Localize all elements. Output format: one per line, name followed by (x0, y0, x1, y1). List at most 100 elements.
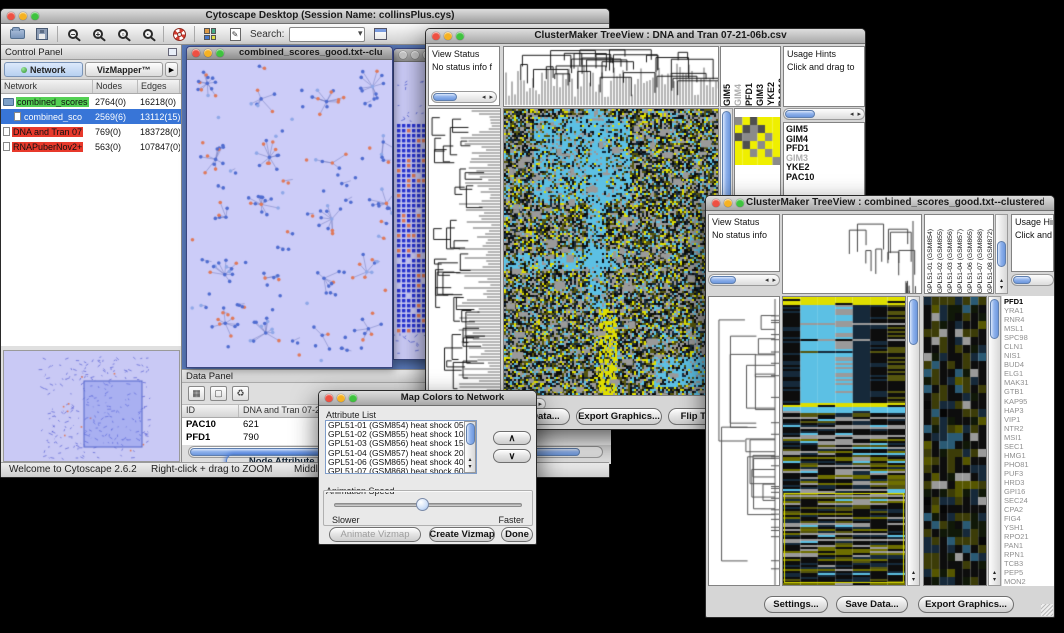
scroll-arrows-icon[interactable]: ◂ ▸ (765, 276, 777, 285)
annotation-button[interactable]: ✎ (225, 25, 245, 43)
gene-label[interactable]: HAP3 (1002, 406, 1054, 415)
open-session-button[interactable] (7, 25, 27, 43)
gene-label[interactable]: BUD4 (1002, 360, 1054, 369)
zoom-button[interactable] (736, 199, 744, 207)
treeview2-titlebar[interactable]: ClusterMaker TreeView : combined_scores_… (706, 196, 1054, 211)
gene-label[interactable]: NIS1 (1002, 351, 1054, 360)
gene-label[interactable]: PFD1 (1002, 297, 1054, 306)
minimize-button[interactable] (19, 12, 27, 20)
scroll-arrows-icon[interactable]: ◂ ▸ (482, 93, 494, 102)
row-dendrogram[interactable] (429, 109, 500, 395)
close-button[interactable] (7, 12, 15, 20)
attribute-table-button[interactable] (370, 25, 390, 43)
treeview1-titlebar[interactable]: ClusterMaker TreeView : DNA and Tran 07-… (426, 29, 865, 44)
gene-label[interactable]: MAK31 (1002, 378, 1054, 387)
main-titlebar[interactable]: Cytoscape Desktop (Session Name: collins… (1, 9, 609, 24)
settings-button[interactable]: Settings... (764, 596, 828, 613)
close-button[interactable] (712, 199, 720, 207)
attribute-list-scrollbar[interactable]: ▴▾ (464, 421, 476, 473)
select-attributes-button[interactable]: ▦ (188, 386, 205, 401)
move-down-button[interactable]: ∨ (493, 449, 531, 463)
gene-label[interactable]: MSL1 (1002, 324, 1054, 333)
gene-label[interactable]: TCB3 (1002, 559, 1054, 568)
gene-label[interactable]: CPA2 (1002, 505, 1054, 514)
scroll-arrows-icon[interactable]: ▴▾ (465, 457, 475, 471)
gene-label[interactable]: PAN1 (1002, 541, 1054, 550)
dialog-titlebar[interactable]: Map Colors to Network (319, 391, 536, 406)
save-data-button[interactable]: Save Data... (836, 596, 908, 613)
speed-slider-thumb[interactable] (416, 498, 429, 511)
usage-hints-scrollbar[interactable] (1011, 274, 1054, 286)
minimize-button[interactable] (411, 51, 419, 59)
export-graphics-button[interactable]: Export Graphics... (918, 596, 1014, 613)
gene-label[interactable]: RNR4 (1002, 315, 1054, 324)
column-header[interactable]: Nodes (93, 80, 138, 93)
row-dendrogram[interactable] (709, 297, 779, 585)
gene-label[interactable]: KAP95 (1002, 397, 1054, 406)
gene-label[interactable]: SEC24 (1002, 496, 1054, 505)
create-vizmap-button[interactable]: Create Vizmap (429, 527, 495, 542)
animate-vizmap-button[interactable]: Animate Vizmap (329, 527, 421, 542)
view-status-scrollbar[interactable]: ◂ ▸ (431, 91, 497, 103)
tab-overflow-button[interactable]: ▶ (165, 62, 178, 77)
gene-label[interactable]: HMG1 (1002, 451, 1054, 460)
gene-label[interactable]: PAC10 (784, 173, 864, 183)
tab-vizmapper[interactable]: VizMapper™ (85, 62, 164, 77)
scroll-arrows-icon[interactable]: ▴▾ (996, 278, 1007, 292)
zoom-button[interactable] (216, 49, 224, 57)
close-button[interactable] (325, 394, 333, 402)
zoom-heatmap-vscrollbar[interactable]: ▴▾ (988, 296, 1001, 586)
column-dendrogram[interactable] (783, 215, 921, 293)
scrollbar-thumb[interactable] (997, 241, 1006, 267)
view-status-scrollbar[interactable]: ◂ ▸ (708, 274, 780, 286)
scroll-arrows-icon[interactable]: ▴▾ (989, 570, 1000, 584)
done-button[interactable]: Done (501, 527, 533, 542)
gene-label[interactable]: NTR2 (1002, 424, 1054, 433)
zoom-fit-button[interactable]: ▫ (113, 25, 133, 43)
gene-label[interactable]: RPN1 (1002, 550, 1054, 559)
create-attribute-button[interactable]: ▢ (210, 386, 227, 401)
network-tree-row[interactable]: combined_sco2569(6)13112(15) (1, 109, 181, 124)
network-tree-row[interactable]: DNA and Tran 07769(0)183728(0) (1, 124, 181, 139)
close-button[interactable] (432, 32, 440, 40)
zoom-button[interactable] (31, 12, 39, 20)
zoom-in-button[interactable]: + (88, 25, 108, 43)
minimize-button[interactable] (337, 394, 345, 402)
attribute-item[interactable]: GPL51-07 (GSM868) heat shock 60 min (326, 467, 476, 474)
tab-network[interactable]: Network (4, 62, 83, 77)
zoom-heatmap[interactable] (924, 297, 986, 585)
float-panel-icon[interactable] (168, 48, 177, 56)
resize-grip[interactable] (1041, 604, 1053, 616)
scrollbar-thumb[interactable] (433, 93, 457, 101)
scrollbar-thumb[interactable] (466, 423, 475, 445)
heatmap[interactable] (504, 109, 718, 395)
zoom-selected-button[interactable]: · (138, 25, 158, 43)
gene-label[interactable]: VIP1 (1002, 415, 1054, 424)
scroll-arrows-icon[interactable]: ▴▾ (908, 570, 919, 584)
scrollbar-thumb[interactable] (710, 276, 736, 284)
column-labels-scrollbar[interactable]: ▴▾ (995, 214, 1008, 294)
move-up-button[interactable]: ∧ (493, 431, 531, 445)
scroll-arrows-icon[interactable]: ◂ ▸ (850, 110, 862, 119)
network-tree-row[interactable]: RNAPuberNov2+563(0)107847(0) (1, 139, 181, 154)
column-header[interactable]: Network (1, 80, 93, 93)
gene-label[interactable]: CLN1 (1002, 342, 1054, 351)
heatmap-vscrollbar[interactable]: ▴▾ (907, 296, 920, 586)
minimize-button[interactable] (724, 199, 732, 207)
gene-label[interactable]: GTB1 (1002, 387, 1054, 396)
scrollbar-thumb[interactable] (1013, 276, 1031, 284)
network-titlebar[interactable]: combined_scores_good.txt--cluste... (187, 47, 392, 60)
network-view-window[interactable]: combined_scores_good.txt--cluste... (186, 46, 393, 368)
gene-label[interactable]: RPO21 (1002, 532, 1054, 541)
gene-label[interactable]: FIG4 (1002, 514, 1054, 523)
gene-label[interactable]: YSH1 (1002, 523, 1054, 532)
heatmap[interactable] (783, 297, 905, 585)
network-canvas[interactable] (187, 60, 392, 367)
close-button[interactable] (399, 51, 407, 59)
scrollbar-thumb[interactable] (990, 299, 999, 339)
gene-label[interactable]: PUF3 (1002, 469, 1054, 478)
usage-hints-scrollbar[interactable]: ◂ ▸ (783, 108, 865, 120)
save-session-button[interactable] (32, 25, 52, 43)
zoom-button[interactable] (456, 32, 464, 40)
attribute-list[interactable]: GPL51-01 (GSM854) heat shock 05 minGPL51… (325, 420, 477, 474)
